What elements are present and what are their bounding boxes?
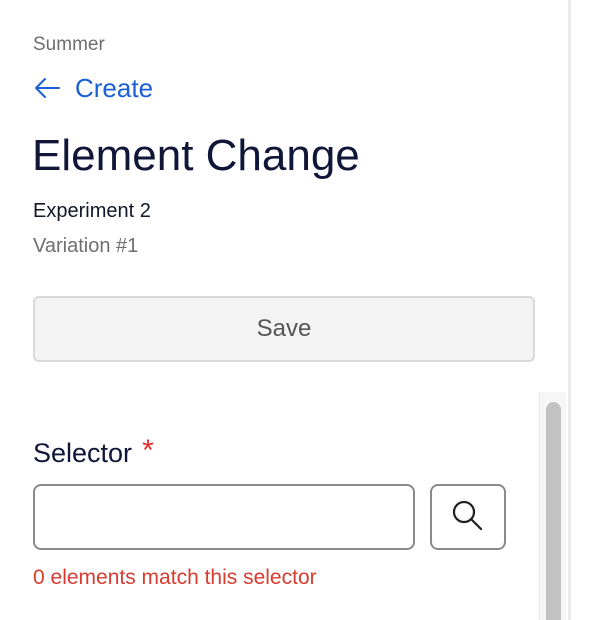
arrow-left-icon [33,76,61,100]
required-asterisk: * [142,434,154,467]
selector-label-text: Selector [33,438,133,468]
search-icon [450,498,486,537]
experiment-name: Experiment 2 [33,200,151,222]
selector-field-label: Selector * [33,436,154,470]
project-name: Summer [33,34,105,55]
element-picker-search-button[interactable] [430,484,506,550]
selector-input[interactable] [33,484,415,550]
back-to-create-link[interactable]: Create [33,72,153,104]
variation-name: Variation #1 [33,235,139,257]
page-title: Element Change [32,131,360,180]
save-button[interactable]: Save [33,296,535,362]
panel-divider [568,0,571,620]
element-change-panel: Summer Create Element Change Experiment … [0,0,568,620]
scrollbar-thumb[interactable] [546,402,561,620]
back-link-label: Create [75,73,154,103]
selector-error-message: 0 elements match this selector [33,566,317,589]
